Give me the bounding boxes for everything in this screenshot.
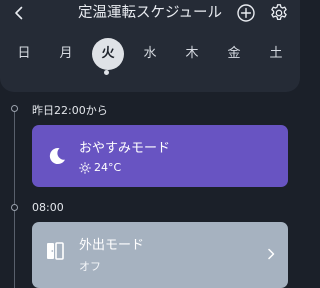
timeline-time: 昨日22:00から (32, 104, 108, 117)
header-bar: 定温運転スケジュール 日 月 火 水 木 金 土 (0, 0, 300, 92)
page-title: 定温運転スケジュール (78, 5, 222, 21)
card-mode-label: おやすみモード (79, 141, 171, 156)
chevron-right-icon (268, 248, 275, 260)
card-mode-label: 外出モード (79, 238, 145, 253)
selected-day-indicator (104, 70, 109, 75)
schedule-card-away-mode[interactable]: 外出モード オフ (32, 222, 288, 288)
add-schedule-button[interactable] (236, 3, 256, 23)
day-monday[interactable]: 月 (50, 38, 82, 70)
sun-icon (79, 161, 91, 174)
temperature-value: 24°C (94, 161, 122, 174)
timeline-line (14, 108, 15, 288)
chevron-left-icon (15, 6, 23, 20)
weekday-selector: 日 月 火 水 木 金 土 (0, 38, 300, 74)
day-tuesday[interactable]: 火 (92, 38, 124, 70)
gear-icon (271, 4, 287, 21)
back-button[interactable] (10, 4, 28, 22)
card-temperature: 24°C (79, 161, 121, 174)
plus-circle-icon (237, 4, 255, 22)
door-icon (47, 242, 64, 260)
day-sunday[interactable]: 日 (8, 38, 40, 70)
settings-button[interactable] (269, 3, 289, 23)
timeline-node (11, 105, 18, 112)
day-friday[interactable]: 金 (218, 38, 250, 70)
day-thursday[interactable]: 木 (176, 38, 208, 70)
schedule-card-sleep-mode[interactable]: おやすみモード 24°C (32, 125, 288, 187)
timeline-node (11, 204, 18, 211)
day-saturday[interactable]: 土 (260, 38, 292, 70)
day-wednesday[interactable]: 水 (134, 38, 166, 70)
card-status: オフ (79, 260, 101, 273)
timeline-time: 08:00 (32, 201, 64, 214)
moon-icon (49, 148, 65, 165)
